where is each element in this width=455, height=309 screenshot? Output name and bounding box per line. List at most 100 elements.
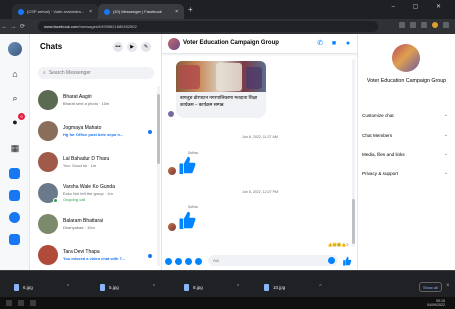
chevron-up-icon[interactable]: ^: [237, 284, 239, 290]
window-controls[interactable]: – ▢ ✕: [392, 3, 449, 10]
taskbar-app-icon[interactable]: [30, 300, 36, 306]
contact-avatar: [38, 152, 58, 172]
conversation-item[interactable]: Bharat Aagiri Bharat sent a photo · 10m: [36, 87, 150, 118]
row-label: Chat Members: [362, 132, 393, 138]
close-tab-icon[interactable]: ×: [89, 9, 92, 15]
conversation-list: Bharat Aagiri Bharat sent a photo · 10m …: [36, 87, 152, 273]
tab-1-label: (CSP arrival) · Voter-mahindra...: [27, 9, 85, 14]
thumbs-up-icon: [179, 156, 196, 174]
chats-header-actions: ••• ▶ ✎: [113, 42, 151, 52]
chats-title: Chats: [40, 42, 63, 51]
home-icon[interactable]: ⌂: [9, 68, 21, 80]
download-item[interactable]: 10.jpg ^: [264, 280, 322, 294]
menu-grid-icon[interactable]: ▦: [9, 142, 21, 154]
search-bar[interactable]: ⌕: [38, 67, 154, 79]
address-path: /messages/t/4995821680452502: [78, 24, 137, 29]
clock-date: 04/09/2022: [427, 303, 445, 307]
info-icon[interactable]: ●: [344, 39, 352, 47]
photo-caption: बागलुङ ढोरपाटन नगरपालिकामा मतदाता शिक्षा…: [176, 92, 266, 118]
profile-avatar-icon[interactable]: [432, 22, 438, 28]
image-file-icon: [100, 283, 105, 291]
extension-icon[interactable]: [399, 22, 405, 28]
seen-reactions: 👍😊😢👍 2: [327, 242, 349, 247]
photo-content: [216, 63, 242, 91]
reload-icon[interactable]: ⟳: [18, 23, 27, 30]
photo-attach-icon[interactable]: [175, 257, 182, 265]
contact-name: Jogmaya Mahato: [63, 125, 102, 131]
video-call-icon[interactable]: ▶: [127, 42, 137, 52]
app-shortcut-icon[interactable]: [9, 190, 20, 201]
close-downloads-icon[interactable]: ×: [446, 283, 450, 289]
search-input[interactable]: [48, 70, 139, 76]
conversation-item[interactable]: Jogmaya Mahato Hg for Office post bele s…: [36, 118, 152, 149]
row-label: Media, files and links: [362, 151, 405, 157]
extension-icon[interactable]: [421, 22, 427, 28]
profile-avatar[interactable]: [8, 42, 22, 56]
browser-tab-1[interactable]: (CSP arrival) · Voter-mahindra... ×: [12, 4, 98, 19]
contact-avatar: [38, 121, 58, 141]
notification-badge: 9: [18, 113, 25, 120]
facebook-left-rail: ⌂ ⌕ ● 9 ▦: [0, 34, 30, 270]
app-shortcut-icon[interactable]: [9, 212, 20, 223]
contact-name: Varsha Wale Ko Gunda: [63, 184, 115, 190]
like-send-button[interactable]: [342, 256, 352, 266]
sticker-icon[interactable]: [185, 257, 192, 265]
close-tab-icon[interactable]: ×: [175, 9, 178, 15]
phone-call-icon[interactable]: ✆: [316, 39, 324, 47]
chevron-up-icon[interactable]: ^: [319, 284, 321, 290]
chat-members-row[interactable]: Chat Members ⌄: [362, 130, 450, 140]
contact-name: Lal Bahadur D Tharu: [63, 156, 110, 162]
conversation-item[interactable]: Lal Bahadur D Tharu You: Good sir · 1m: [36, 149, 150, 180]
online-status-icon: [53, 198, 58, 203]
chats-scrollbar-thumb[interactable]: [157, 94, 160, 164]
conversation-item[interactable]: Varsha Wale Ko Gunda Ecko Not left the g…: [36, 180, 150, 211]
download-item[interactable]: 5.jpg ^: [100, 280, 155, 294]
chevron-up-icon[interactable]: ^: [153, 284, 155, 290]
facebook-favicon-icon: [18, 8, 24, 15]
group-avatar[interactable]: [168, 38, 180, 50]
media-files-links-row[interactable]: Media, files and links ⌄: [362, 149, 450, 159]
customize-chat-row[interactable]: Customize chat ⌄: [362, 110, 450, 120]
message-composer: [162, 252, 358, 270]
show-all-button[interactable]: Show all: [419, 282, 442, 292]
shared-photo[interactable]: [176, 61, 266, 92]
chat-info-panel: Voter Education Campaign Group Customize…: [358, 34, 455, 270]
download-item[interactable]: 6.jpg ^: [14, 280, 69, 294]
conversation-scrollbar-thumb[interactable]: [352, 199, 355, 244]
app-shortcut-icon[interactable]: [9, 168, 20, 179]
sender-avatar: [168, 223, 176, 231]
download-filename: 6.jpg: [23, 284, 33, 290]
image-file-icon: [184, 283, 189, 291]
conversation-actions: ✆ ■ ●: [316, 39, 352, 48]
chevron-up-icon[interactable]: ^: [67, 284, 69, 290]
new-tab-button[interactable]: +: [188, 5, 193, 14]
chevron-down-icon: ⌄: [443, 112, 448, 118]
video-call-icon[interactable]: ■: [330, 39, 338, 47]
forward-icon[interactable]: →: [9, 24, 18, 30]
gif-icon[interactable]: [195, 257, 202, 265]
message-input-box[interactable]: [208, 255, 338, 266]
browser-tab-2[interactable]: (10) Messenger | Facebook ×: [98, 4, 184, 19]
address-bar[interactable]: www.facebook.com /messages/t/49958216804…: [38, 21, 378, 32]
app-shortcut-icon[interactable]: [9, 234, 20, 245]
conversation-item[interactable]: Tara Devi Thapa You missed a video chat …: [36, 242, 152, 273]
browser-menu-icon[interactable]: [443, 22, 449, 28]
extension-icon[interactable]: [410, 22, 416, 28]
privacy-support-row[interactable]: Privacy & support ⌄: [362, 168, 450, 178]
more-options-icon[interactable]: •••: [113, 42, 123, 52]
more-actions-icon[interactable]: [165, 257, 172, 265]
message-timestamp: Jun 8, 2022, 11:27 AM: [242, 135, 278, 139]
start-icon[interactable]: [6, 300, 12, 306]
search-icon[interactable]: ⌕: [9, 92, 21, 104]
new-message-icon[interactable]: ✎: [141, 42, 151, 52]
emoji-icon[interactable]: [328, 257, 335, 264]
group-name[interactable]: Voter Education Campaign Group: [183, 40, 279, 46]
download-item[interactable]: 8.jpg ^: [184, 280, 239, 294]
windows-taskbar: 09:15 04/09/2022: [0, 297, 455, 309]
conversation-item[interactable]: Balaram Bhattarai Dhanyabad · 10m: [36, 211, 150, 242]
back-icon[interactable]: ←: [0, 24, 9, 30]
message-input[interactable]: [213, 258, 323, 263]
taskbar-app-icon[interactable]: [18, 300, 24, 306]
chats-panel: Chats ••• ▶ ✎ ⌕ Bharat Aagiri Bharat sen…: [30, 34, 162, 270]
contact-name: Balaram Bhattarai: [63, 218, 104, 224]
